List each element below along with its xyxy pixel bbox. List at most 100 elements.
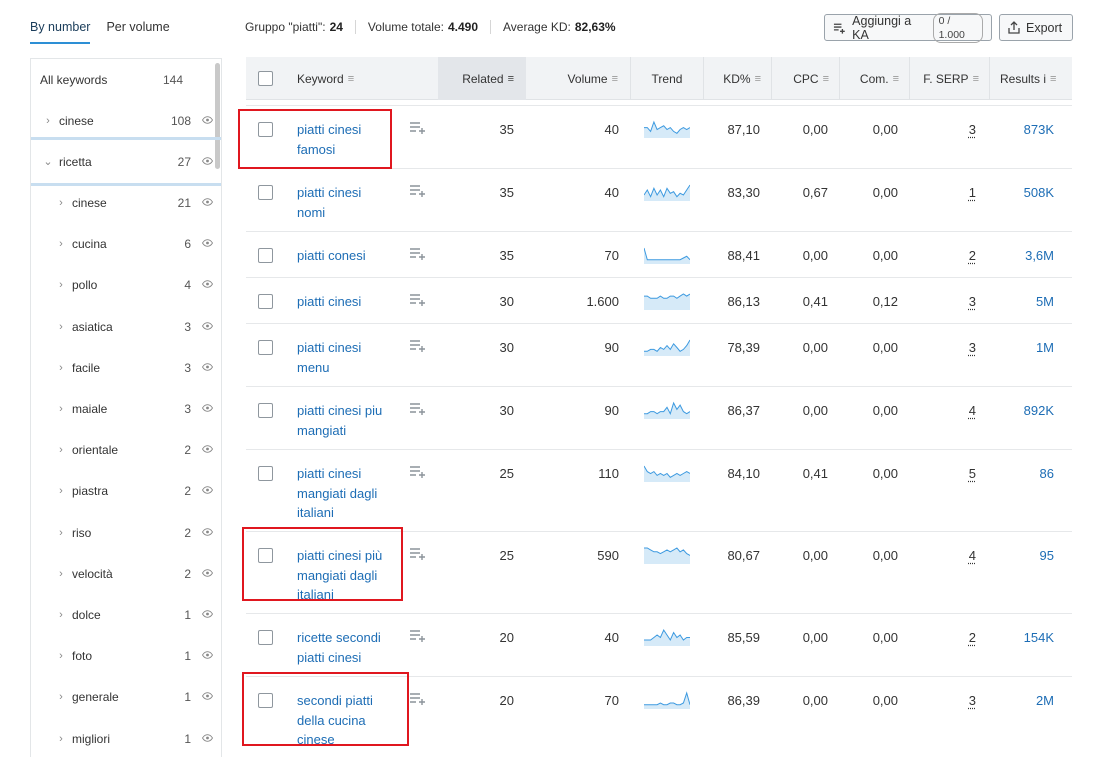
tab-per-volume[interactable]: Per volume: [106, 20, 169, 44]
results-count[interactable]: 5M: [1036, 292, 1054, 312]
chevron-right-icon[interactable]: ›: [54, 238, 68, 250]
add-to-keyword-analyzer-button[interactable]: Aggiungi a KA 0 / 1.000: [824, 12, 992, 43]
eye-icon[interactable]: [191, 568, 214, 580]
select-all-checkbox[interactable]: [258, 71, 273, 86]
eye-icon[interactable]: [191, 650, 214, 662]
serp-features-count[interactable]: 1: [969, 183, 976, 203]
add-to-list-icon[interactable]: [409, 401, 426, 421]
keyword-link[interactable]: piatti cinesi: [297, 292, 407, 312]
group-item-velocità[interactable]: › velocità 2: [31, 553, 214, 594]
add-to-list-icon[interactable]: [409, 246, 426, 266]
keyword-link[interactable]: piatti cinesi piu mangiati: [297, 401, 407, 440]
column-serp-features[interactable]: F. SERP ≡: [909, 57, 989, 100]
eye-icon[interactable]: [191, 279, 214, 291]
group-item-pollo[interactable]: › pollo 4: [31, 265, 214, 306]
groups-scrollbar[interactable]: [215, 63, 220, 169]
column-results[interactable]: Results i ≡: [989, 57, 1072, 100]
chevron-right-icon[interactable]: ›: [54, 691, 68, 703]
group-item-dolce[interactable]: › dolce 1: [31, 594, 214, 635]
group-item-piastra[interactable]: › piastra 2: [31, 471, 214, 512]
add-to-list-icon[interactable]: [409, 183, 426, 203]
group-item-ricetta[interactable]: ⌄ ricetta 27: [31, 141, 214, 182]
keyword-link[interactable]: piatti cinesi nomi: [297, 183, 407, 222]
group-item-maiale[interactable]: › maiale 3: [31, 388, 214, 429]
group-item-cucina[interactable]: › cucina 6: [31, 224, 214, 265]
serp-features-count[interactable]: 3: [969, 691, 976, 711]
column-keyword[interactable]: Keyword ≡: [297, 57, 354, 100]
serp-features-count[interactable]: 3: [969, 338, 976, 358]
chevron-right-icon[interactable]: ›: [54, 197, 68, 209]
results-count[interactable]: 2M: [1036, 691, 1054, 711]
eye-icon[interactable]: [191, 403, 214, 415]
row-checkbox[interactable]: [258, 630, 273, 645]
keyword-link[interactable]: ricette secondi piatti cinesi: [297, 628, 407, 667]
chevron-right-icon[interactable]: ›: [54, 403, 68, 415]
chevron-right-icon[interactable]: ›: [54, 527, 68, 539]
chevron-right-icon[interactable]: ›: [54, 321, 68, 333]
add-to-list-icon[interactable]: [409, 292, 426, 312]
row-checkbox[interactable]: [258, 466, 273, 481]
results-count[interactable]: 508K: [1024, 183, 1054, 203]
chevron-right-icon[interactable]: ›: [54, 733, 68, 745]
serp-features-count[interactable]: 3: [969, 120, 976, 140]
results-count[interactable]: 873K: [1024, 120, 1054, 140]
group-item-orientale[interactable]: › orientale 2: [31, 430, 214, 471]
serp-features-count[interactable]: 4: [969, 546, 976, 566]
column-volume[interactable]: Volume ≡: [526, 57, 630, 100]
add-to-list-icon[interactable]: [409, 120, 426, 140]
chevron-right-icon[interactable]: ›: [41, 115, 55, 127]
results-count[interactable]: 95: [1040, 546, 1054, 566]
group-item-riso[interactable]: › riso 2: [31, 512, 214, 553]
eye-icon[interactable]: [191, 321, 214, 333]
column-kd[interactable]: KD% ≡: [703, 57, 771, 100]
results-count[interactable]: 3,6M: [1025, 246, 1054, 266]
serp-features-count[interactable]: 3: [969, 292, 976, 312]
eye-icon[interactable]: [191, 238, 214, 250]
column-related[interactable]: Related ≡: [438, 57, 526, 100]
export-button[interactable]: Export: [999, 14, 1073, 41]
results-count[interactable]: 1M: [1036, 338, 1054, 358]
group-item-facile[interactable]: › facile 3: [31, 347, 214, 388]
add-to-list-icon[interactable]: [409, 464, 426, 484]
serp-features-count[interactable]: 5: [969, 464, 976, 484]
add-to-list-icon[interactable]: [409, 691, 426, 711]
serp-features-count[interactable]: 2: [969, 628, 976, 648]
row-checkbox[interactable]: [258, 294, 273, 309]
row-checkbox[interactable]: [258, 340, 273, 355]
chevron-right-icon[interactable]: ›: [54, 568, 68, 580]
serp-features-count[interactable]: 4: [969, 401, 976, 421]
column-cpc[interactable]: CPC ≡: [771, 57, 839, 100]
group-item-cinese[interactable]: › cinese 21: [31, 182, 214, 223]
keyword-link[interactable]: piatti cinesi mangiati dagli italiani: [297, 464, 407, 523]
add-to-list-icon[interactable]: [409, 546, 426, 566]
keyword-link[interactable]: piatti conesi: [297, 246, 407, 266]
results-count[interactable]: 892K: [1024, 401, 1054, 421]
row-checkbox[interactable]: [258, 248, 273, 263]
serp-features-count[interactable]: 2: [969, 246, 976, 266]
row-checkbox[interactable]: [258, 185, 273, 200]
eye-icon[interactable]: [191, 733, 214, 745]
tab-by-number[interactable]: By number: [30, 20, 91, 44]
group-item-migliori[interactable]: › migliori 1: [31, 718, 214, 757]
group-item-asiatica[interactable]: › asiatica 3: [31, 306, 214, 347]
eye-icon[interactable]: [191, 609, 214, 621]
add-to-list-icon[interactable]: [409, 338, 426, 358]
eye-icon[interactable]: [191, 444, 214, 456]
chevron-right-icon[interactable]: ›: [54, 444, 68, 456]
eye-icon[interactable]: [191, 527, 214, 539]
group-item-cinese[interactable]: › cinese 108: [31, 100, 214, 141]
chevron-down-icon[interactable]: ⌄: [41, 155, 55, 168]
group-item-foto[interactable]: › foto 1: [31, 636, 214, 677]
eye-icon[interactable]: [191, 362, 214, 374]
chevron-right-icon[interactable]: ›: [54, 609, 68, 621]
group-all-keywords[interactable]: All keywords 144: [31, 59, 213, 100]
results-count[interactable]: 154K: [1024, 628, 1054, 648]
eye-icon[interactable]: [191, 691, 214, 703]
keyword-link[interactable]: piatti cinesi menu: [297, 338, 407, 377]
chevron-right-icon[interactable]: ›: [54, 485, 68, 497]
chevron-right-icon[interactable]: ›: [54, 362, 68, 374]
eye-icon[interactable]: [191, 485, 214, 497]
row-checkbox[interactable]: [258, 403, 273, 418]
chevron-right-icon[interactable]: ›: [54, 279, 68, 291]
eye-icon[interactable]: [191, 197, 214, 209]
